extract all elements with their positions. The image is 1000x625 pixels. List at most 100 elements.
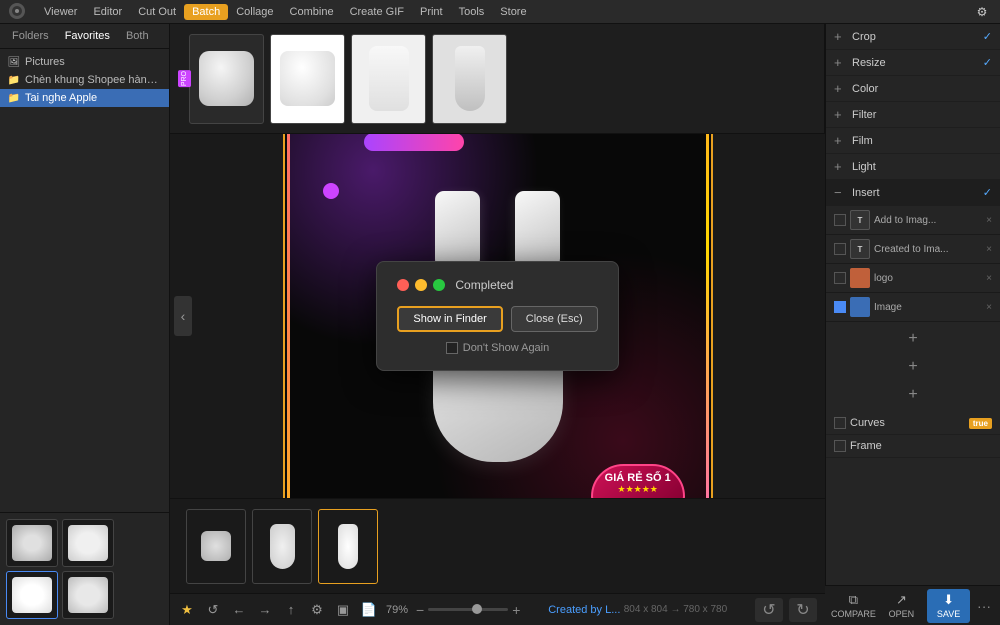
refresh-icon[interactable]: ↺ [204, 601, 222, 619]
layout-icon[interactable]: ▣ [334, 601, 352, 619]
add-layer-btn-3[interactable]: + [834, 382, 992, 408]
menu-print[interactable]: Print [412, 4, 451, 20]
panel-film[interactable]: + Film [826, 128, 1000, 154]
sidebar-tab-folders[interactable]: Folders [6, 28, 55, 44]
thumb-3[interactable] [351, 34, 426, 124]
menu-creategif[interactable]: Create GIF [342, 4, 412, 20]
layer-check-4[interactable] [834, 301, 846, 313]
menu-combine[interactable]: Combine [282, 4, 342, 20]
layer-logo[interactable]: logo × [826, 264, 1000, 293]
pro-badge: PRO [178, 70, 191, 87]
resize-label: Resize [852, 57, 983, 69]
forward-icon[interactable]: → [256, 601, 274, 619]
layer-delete-1[interactable]: × [986, 215, 992, 226]
layer-check-2[interactable] [834, 243, 846, 255]
panel-frame[interactable]: Frame [826, 435, 1000, 458]
bottom-thumb-1[interactable] [186, 509, 246, 584]
show-in-finder-button[interactable]: Show in Finder [397, 306, 502, 332]
rotate-right-btn[interactable]: ↻ [789, 598, 817, 622]
sidebar-tree: 🖼 Pictures 📁 Chèn khung Shopee hàng loạt… [0, 49, 169, 512]
sidebar-tab-both[interactable]: Both [120, 28, 155, 44]
dialog-close-btn[interactable] [397, 279, 409, 291]
menu-store[interactable]: Store [492, 4, 534, 20]
zoom-out-icon[interactable]: − [416, 602, 424, 618]
favorite-icon[interactable]: ★ [178, 601, 196, 619]
thumb-4[interactable] [432, 34, 507, 124]
bottom-thumbnail-row [170, 498, 825, 593]
film-expand-icon: + [834, 133, 846, 148]
menu-editor[interactable]: Editor [85, 4, 130, 20]
menu-tools[interactable]: Tools [451, 4, 493, 20]
sidebar-item-pictures[interactable]: 🖼 Pictures [0, 53, 169, 71]
app-logo[interactable] [8, 2, 28, 22]
film-label: Film [852, 135, 992, 147]
panel-resize[interactable]: + Resize ✓ [826, 50, 1000, 76]
dialog-title: Completed [455, 278, 513, 292]
menu-viewer[interactable]: Viewer [36, 4, 85, 20]
compare-button[interactable]: ⧉ COMPARE [831, 589, 876, 623]
action-bar: ⧉ COMPARE ↗ OPEN ⬇ SAVE ··· [825, 585, 1000, 625]
panel-color[interactable]: + Color [826, 76, 1000, 102]
open-label: OPEN [889, 609, 915, 619]
filter-expand-icon: + [834, 107, 846, 122]
canvas-area: ‹ [170, 134, 825, 498]
sidebar-thumb-1[interactable] [6, 519, 58, 567]
resize-expand-icon: + [834, 55, 846, 70]
layer-created-to-image[interactable]: T Created to Ima... × [826, 235, 1000, 264]
close-dialog-button[interactable]: Close (Esc) [511, 306, 598, 332]
sidebar-tabs: Folders Favorites Both [0, 24, 169, 49]
statusbar: ★ ↺ ← → ↑ ⚙ ▣ 📄 79% − + Created by L... … [170, 593, 825, 625]
menu-collage[interactable]: Collage [228, 4, 281, 20]
bottom-thumb-2[interactable] [252, 509, 312, 584]
insert-check-icon: ✓ [983, 186, 992, 199]
panel-light[interactable]: + Light [826, 154, 1000, 180]
sidebar-thumb-4[interactable] [62, 571, 114, 619]
settings-icon[interactable]: ⚙ [972, 2, 992, 22]
sidebar-thumb-2[interactable] [62, 519, 114, 567]
page-icon[interactable]: 📄 [360, 601, 378, 619]
panel-crop[interactable]: + Crop ✓ [826, 24, 1000, 50]
layer-delete-2[interactable]: × [986, 244, 992, 255]
dialog-minimize-btn[interactable] [415, 279, 427, 291]
layer-add-to-image[interactable]: T Add to Imag... × [826, 206, 1000, 235]
curves-pro-badge: true [969, 418, 992, 429]
zoom-slider[interactable] [428, 608, 508, 611]
curves-check[interactable] [834, 417, 846, 429]
sidebar-thumb-3[interactable] [6, 571, 58, 619]
layer-delete-3[interactable]: × [986, 273, 992, 284]
more-button[interactable]: ··· [974, 589, 994, 623]
upload-icon[interactable]: ↑ [282, 601, 300, 619]
completed-dialog: Completed Show in Finder Close (Esc) Don… [376, 261, 618, 371]
layer-check-1[interactable] [834, 214, 846, 226]
panel-curves[interactable]: Curves true [826, 412, 1000, 435]
rotate-left-btn[interactable]: ↺ [755, 598, 783, 622]
dialog-maximize-btn[interactable] [433, 279, 445, 291]
panel-insert[interactable]: − Insert ✓ [826, 180, 1000, 206]
layer-image[interactable]: Image × [826, 293, 1000, 322]
sidebar-item-apple[interactable]: 📁 Tai nghe Apple [0, 89, 169, 107]
save-button[interactable]: ⬇ SAVE [927, 589, 970, 623]
dont-show-checkbox[interactable] [446, 342, 458, 354]
thumb-2[interactable] [270, 34, 345, 124]
zoom-in-icon[interactable]: + [512, 602, 520, 618]
panel-filter[interactable]: + Filter [826, 102, 1000, 128]
frame-check[interactable] [834, 440, 846, 452]
menu-cutout[interactable]: Cut Out [130, 4, 184, 20]
nav-left-button[interactable]: ‹ [174, 296, 192, 336]
open-button[interactable]: ↗ OPEN [880, 589, 923, 623]
sidebar-tab-favorites[interactable]: Favorites [59, 28, 116, 44]
sidebar-item-shopee[interactable]: 📁 Chèn khung Shopee hàng loạt - L... [0, 71, 169, 89]
add-layer-btn-1[interactable]: + [834, 326, 992, 352]
layer-check-3[interactable] [834, 272, 846, 284]
folder-icon-1: 📁 [8, 74, 20, 86]
add-icon-1: + [908, 330, 917, 348]
right-panel: + Crop ✓ + Resize ✓ + Color + Filter + F… [825, 24, 1000, 625]
menu-batch[interactable]: Batch [184, 4, 228, 20]
bottom-thumb-3[interactable] [318, 509, 378, 584]
layer-delete-4[interactable]: × [986, 302, 992, 313]
thumb-1[interactable] [189, 34, 264, 124]
back-icon[interactable]: ← [230, 601, 248, 619]
add-layer-btn-2[interactable]: + [834, 354, 992, 380]
layer-thumb-1: T [850, 210, 870, 230]
settings-icon-status[interactable]: ⚙ [308, 601, 326, 619]
